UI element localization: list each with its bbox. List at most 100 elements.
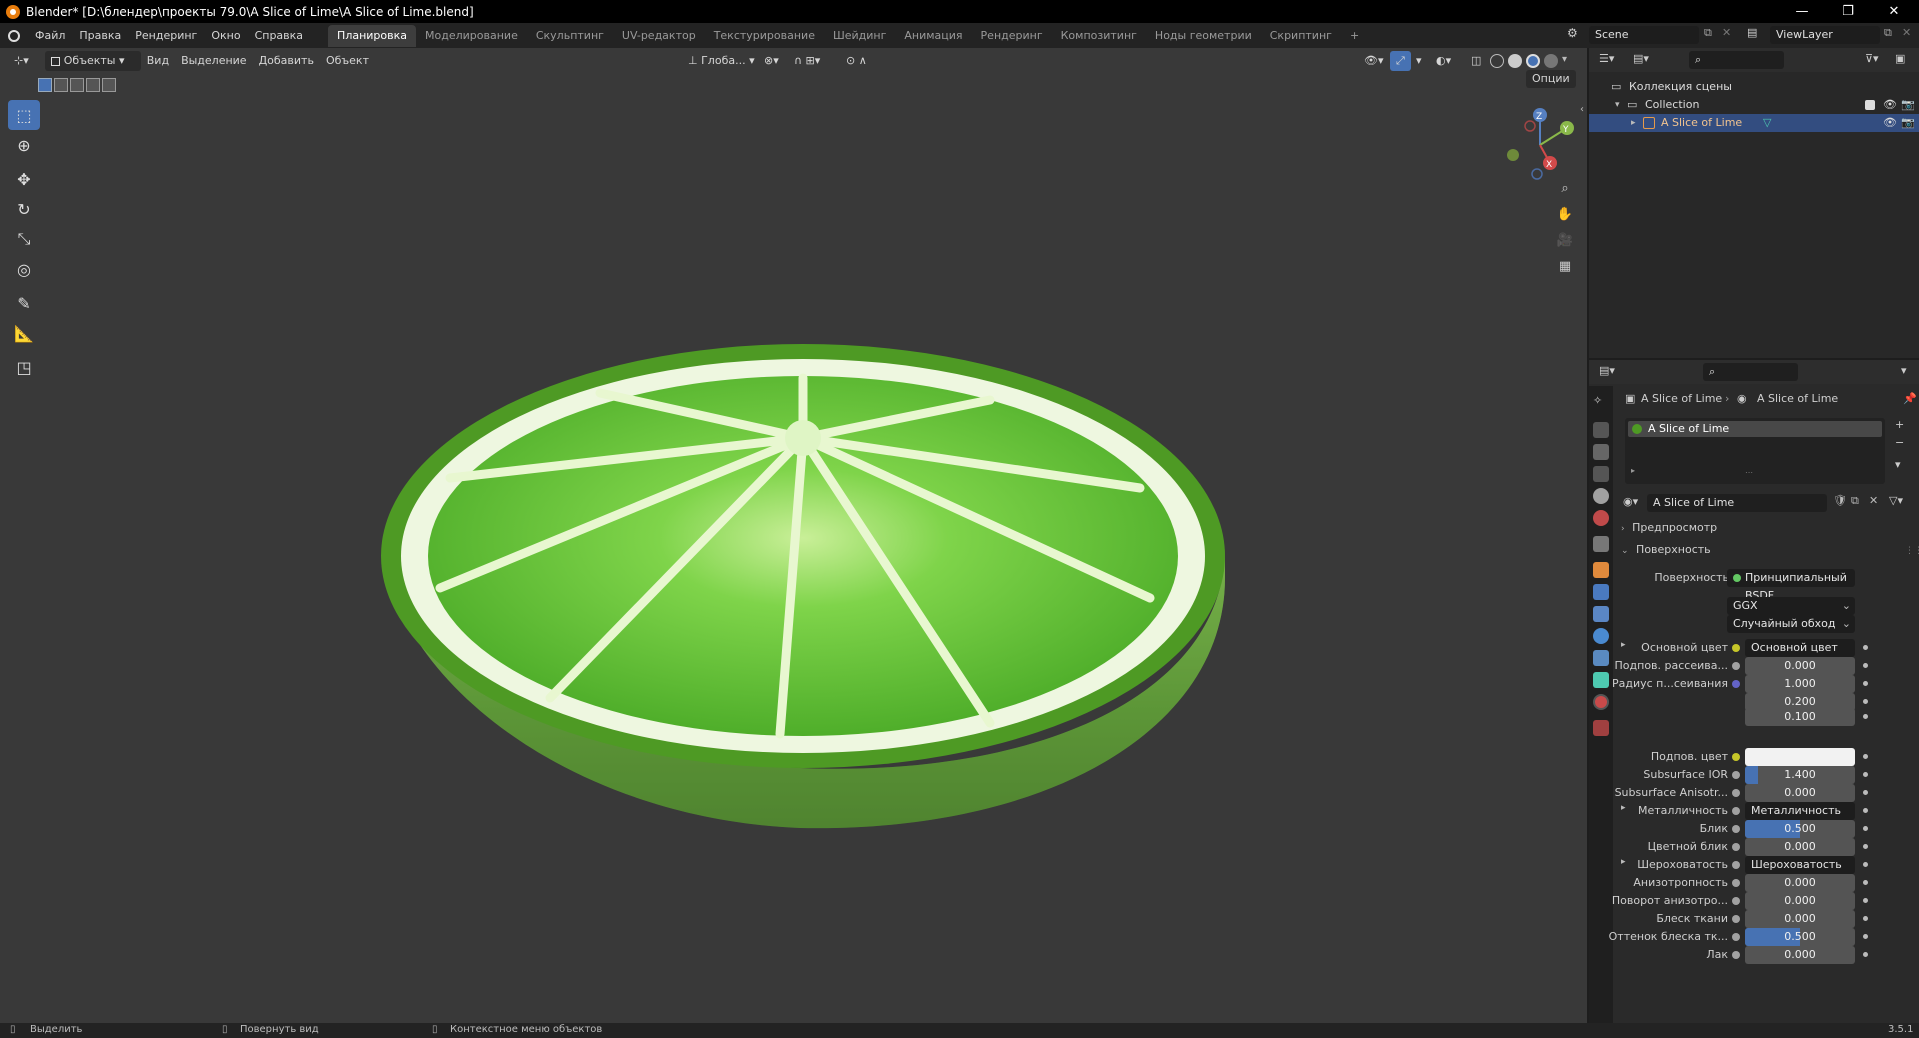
object-data-tab-icon[interactable] — [1593, 672, 1609, 688]
keyframe-dot-icon[interactable] — [1863, 844, 1868, 849]
menu-select[interactable]: Выделение — [175, 51, 253, 71]
keyframe-dot-icon[interactable] — [1863, 916, 1868, 921]
bsdf-value-field[interactable]: 1.000 — [1745, 675, 1855, 693]
preview-panel-header[interactable]: › Предпросмотр — [1621, 518, 1917, 538]
keyframe-dot-icon[interactable] — [1863, 681, 1868, 686]
expand-arrow-icon[interactable]: ▸ — [1631, 114, 1636, 132]
tab-modeling[interactable]: Моделирование — [416, 25, 527, 47]
display-mode-icon[interactable]: ▤▾ — [1633, 52, 1649, 65]
camera-view-icon[interactable]: 🎥 — [1553, 228, 1577, 252]
select-box-tool[interactable]: ⬚ — [8, 100, 40, 130]
surface-panel-header[interactable]: ⌄ Поверхность — [1621, 540, 1917, 560]
panel-drag-handle-icon[interactable]: ⋮⋮ — [1905, 546, 1919, 556]
input-expand-arrow-icon[interactable]: ▸ — [1621, 803, 1626, 813]
move-tool[interactable]: ✥ — [8, 164, 40, 194]
tab-sculpting[interactable]: Скульптинг — [527, 25, 613, 47]
outliner-row-collection[interactable]: ▾ ▭ Collection 👁 📷 — [1589, 96, 1919, 114]
bsdf-value-field[interactable]: 0.500 — [1745, 820, 1855, 838]
input-socket-icon[interactable] — [1732, 789, 1740, 797]
sidebar-toggle-icon[interactable]: ‹ — [1580, 104, 1584, 115]
menu-edit[interactable]: Правка — [72, 23, 128, 48]
bsdf-value-field[interactable]: 0.100 — [1745, 708, 1855, 726]
keyframe-dot-icon[interactable] — [1863, 880, 1868, 885]
surface-shader-selector[interactable]: Принципиальный BSDF — [1727, 569, 1855, 602]
material-browse-icon[interactable]: ◉▾ — [1623, 495, 1638, 508]
cursor-tool[interactable]: ⊕ — [8, 130, 40, 160]
mesh-data-icon[interactable]: ▽ — [1763, 114, 1771, 132]
view-layer-selector[interactable]: ViewLayer — [1770, 26, 1880, 44]
blender-menu-icon[interactable] — [0, 23, 28, 48]
outliner-row-scene-collection[interactable]: ▭ Коллекция сцены — [1589, 78, 1919, 96]
perspective-grid-icon[interactable]: ▦ — [1553, 254, 1577, 278]
modifier-tab-icon[interactable] — [1593, 584, 1609, 600]
tab-scripting[interactable]: Скриптинг — [1261, 25, 1341, 47]
input-socket-icon[interactable] — [1732, 897, 1740, 905]
texture-tab-icon[interactable] — [1593, 720, 1609, 736]
bsdf-value-field[interactable]: 0.000 — [1745, 874, 1855, 892]
menu-help[interactable]: Справка — [248, 23, 310, 48]
material-link-icon[interactable]: ▽▾ — [1889, 494, 1903, 507]
tab-uv-editing[interactable]: UV-редактор — [613, 25, 705, 47]
input-socket-icon[interactable] — [1732, 644, 1740, 652]
subsurface-color-swatch[interactable] — [1745, 748, 1855, 766]
keyframe-dot-icon[interactable] — [1863, 714, 1868, 719]
slot-list-expand-icon[interactable]: ▸ — [1631, 466, 1635, 475]
keyframe-dot-icon[interactable] — [1863, 754, 1868, 759]
input-expand-arrow-icon[interactable]: ▸ — [1621, 640, 1626, 650]
material-slot-list[interactable]: A Slice of Lime ▸ ⋯ — [1625, 418, 1885, 484]
input-socket-icon[interactable] — [1732, 861, 1740, 869]
xray-icon[interactable]: ◫ — [1465, 51, 1487, 71]
tab-compositing[interactable]: Композитинг — [1052, 25, 1146, 47]
keyframe-dot-icon[interactable] — [1863, 898, 1868, 903]
material-tab-icon[interactable] — [1593, 694, 1609, 710]
distribution-dropdown[interactable]: GGX ⌄ — [1727, 597, 1855, 615]
keyframe-dot-icon[interactable] — [1863, 790, 1868, 795]
menu-view[interactable]: Вид — [141, 51, 175, 71]
bsdf-value-field[interactable]: 0.000 — [1745, 838, 1855, 856]
pin-icon[interactable]: 📌 — [1903, 392, 1917, 405]
input-socket-icon[interactable] — [1732, 879, 1740, 887]
material-slot-row[interactable]: A Slice of Lime — [1628, 421, 1882, 437]
subsurface-method-dropdown[interactable]: Случайный обход ⌄ — [1727, 615, 1855, 633]
keyframe-dot-icon[interactable] — [1863, 808, 1868, 813]
bsdf-value-field[interactable]: 0.000 — [1745, 784, 1855, 802]
particles-tab-icon[interactable] — [1593, 606, 1609, 622]
render-tab-icon[interactable] — [1593, 422, 1609, 438]
gizmo-neg-y-icon[interactable] — [1507, 149, 1519, 161]
view-layer-tab-icon[interactable] — [1593, 466, 1609, 482]
properties-search[interactable]: ⌕ — [1703, 363, 1798, 381]
3d-viewport[interactable]: ⊹▾ Объекты ▾ Вид Выделение Добавить Объе… — [0, 48, 1587, 1023]
close-button[interactable]: ✕ — [1871, 0, 1917, 23]
visibility-icon[interactable]: 👁▾ — [1358, 51, 1390, 71]
rotate-tool[interactable]: ↻ — [8, 194, 40, 224]
input-socket-icon[interactable] — [1732, 807, 1740, 815]
delete-scene-icon[interactable]: ✕ — [1722, 26, 1736, 44]
input-socket-icon[interactable] — [1732, 843, 1740, 851]
physics-tab-icon[interactable] — [1593, 628, 1609, 644]
properties-editor-type-icon[interactable]: ▤▾ — [1599, 364, 1615, 377]
pan-hand-icon[interactable]: ✋ — [1553, 202, 1577, 226]
keyframe-dot-icon[interactable] — [1863, 645, 1868, 650]
slot-specials-icon[interactable]: ▾ — [1895, 458, 1901, 471]
select-invert-icon[interactable] — [86, 78, 100, 92]
bsdf-linked-input[interactable]: Металличность — [1745, 802, 1855, 820]
scene-tab-icon[interactable] — [1593, 488, 1609, 504]
gizmo-neg-x-icon[interactable] — [1524, 120, 1536, 132]
tab-animation[interactable]: Анимация — [895, 25, 971, 47]
outliner[interactable]: ☰▾ ▤▾ ⌕ ⊽▾ ▣ ▭ Коллекция сцены ▾ ▭ Colle… — [1589, 48, 1919, 358]
gizmo-dropdown-icon[interactable]: ▾ — [1410, 51, 1428, 71]
output-tab-icon[interactable] — [1593, 444, 1609, 460]
select-subtract-icon[interactable] — [70, 78, 84, 92]
overlay-icon[interactable]: ◐▾ — [1430, 51, 1457, 71]
editor-type-icon[interactable]: ⊹▾ — [8, 51, 35, 71]
slot-list-resize-icon[interactable]: ⋯ — [1745, 468, 1753, 477]
keyframe-dot-icon[interactable] — [1863, 772, 1868, 777]
add-workspace-button[interactable]: + — [1341, 25, 1368, 47]
properties-options-icon[interactable]: ▾ — [1901, 364, 1907, 377]
maximize-button[interactable]: ❐ — [1825, 0, 1871, 23]
transform-tool[interactable]: ◎ — [8, 254, 40, 284]
keyframe-dot-icon[interactable] — [1863, 952, 1868, 957]
world-tab-icon[interactable] — [1593, 510, 1609, 526]
tool-tab-icon[interactable]: ✧ — [1593, 394, 1609, 410]
new-collection-icon[interactable]: ▣ — [1895, 52, 1905, 65]
